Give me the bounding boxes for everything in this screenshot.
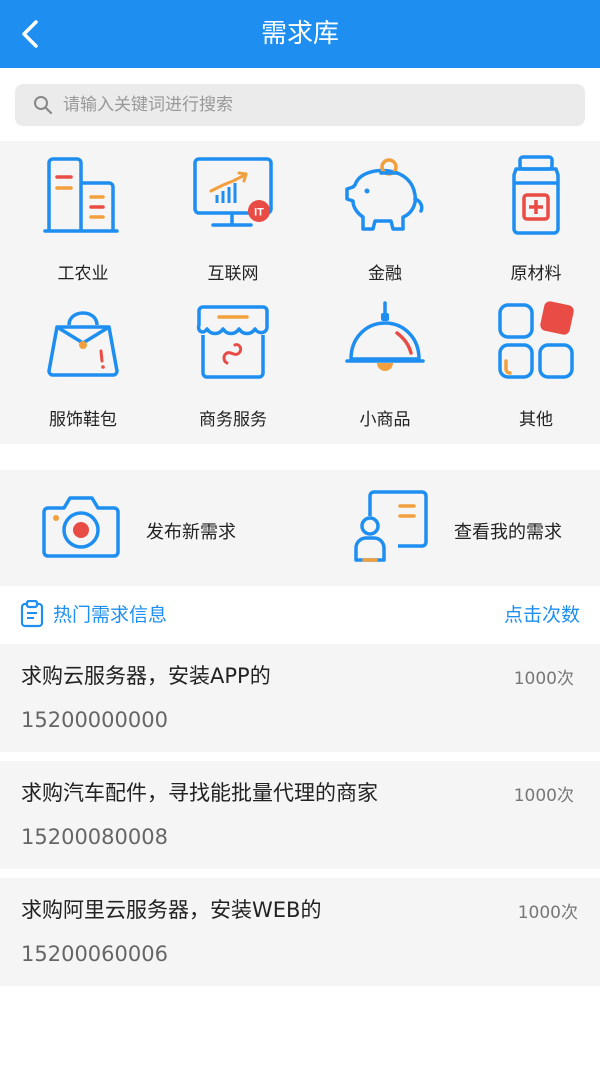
- item-title: 求购汽车配件，寻找能批量代理的商家: [21, 781, 378, 805]
- monitor-chart-icon: IT: [193, 157, 273, 227]
- category-apparel-bags[interactable]: 服饰鞋包: [8, 287, 158, 432]
- category-small-goods[interactable]: 小商品: [310, 287, 460, 432]
- item-phone: 15200080008: [21, 825, 168, 849]
- category-other[interactable]: 其他: [461, 287, 600, 432]
- search-placeholder: 请输入关键词进行搜索: [63, 95, 233, 115]
- list-item[interactable]: 求购阿里云服务器，安装WEB的 1000次 15200060006: [0, 878, 600, 986]
- page-title: 需求库: [260, 19, 339, 49]
- handbag-icon: [47, 311, 119, 377]
- category-business-services[interactable]: 商务服务: [158, 287, 308, 432]
- item-phone: 15200000000: [21, 708, 168, 732]
- item-title: 求购云服务器，安装APP的: [21, 664, 271, 688]
- category-finance[interactable]: 金融: [310, 141, 460, 286]
- item-click-count: 1000次: [517, 903, 578, 923]
- jar-icon: [512, 155, 560, 235]
- app-header: 需求库: [0, 0, 600, 68]
- action-row: 发布新需求 查看我的需求: [0, 470, 600, 586]
- category-grid: 工农业 IT 互联网 金融 原材料 服饰鞋包 商务服务 小商品 其他: [0, 141, 600, 444]
- category-label: 商务服务: [199, 410, 267, 430]
- category-label: 其他: [519, 410, 553, 430]
- click-count-sort[interactable]: 点击次数: [504, 586, 580, 644]
- camera-icon: [42, 496, 120, 558]
- hot-demands-title: 热门需求信息: [53, 604, 168, 626]
- bell-lamp-icon: [345, 301, 425, 371]
- my-demands-label: 查看我的需求: [454, 522, 562, 543]
- search-input[interactable]: 请输入关键词进行搜索: [15, 84, 585, 126]
- category-label: 小商品: [359, 410, 411, 430]
- store-icon: [196, 305, 269, 379]
- list-item[interactable]: 求购汽车配件，寻找能批量代理的商家 1000次 15200080008: [0, 761, 600, 869]
- profile-card-icon: [354, 490, 428, 562]
- item-phone: 15200060006: [21, 942, 168, 966]
- search-icon: [34, 96, 53, 115]
- publish-demand-button[interactable]: 发布新需求: [0, 470, 300, 586]
- category-raw-materials[interactable]: 原材料: [461, 141, 600, 286]
- clipboard-icon: [20, 600, 44, 628]
- category-label: 服饰鞋包: [49, 410, 117, 430]
- hot-demands-header: 热门需求信息 点击次数: [0, 586, 600, 644]
- grid-apps-icon: [498, 301, 574, 379]
- building-icon: [43, 157, 119, 233]
- category-agriculture-industry[interactable]: 工农业: [8, 141, 158, 286]
- item-click-count: 1000次: [513, 786, 574, 806]
- search-bar: 请输入关键词进行搜索: [0, 68, 600, 141]
- category-label: 原材料: [510, 264, 562, 284]
- my-demands-button[interactable]: 查看我的需求: [300, 470, 600, 586]
- publish-demand-label: 发布新需求: [146, 522, 236, 543]
- category-internet[interactable]: IT 互联网: [158, 141, 308, 286]
- section-divider: [0, 444, 600, 470]
- item-click-count: 1000次: [513, 669, 574, 689]
- category-label: 互联网: [207, 264, 259, 284]
- item-title: 求购阿里云服务器，安装WEB的: [21, 898, 322, 922]
- category-label: 金融: [368, 264, 402, 284]
- svg-text:IT: IT: [254, 207, 264, 219]
- category-label: 工农业: [57, 264, 109, 284]
- list-item[interactable]: 求购云服务器，安装APP的 1000次 15200000000: [0, 644, 600, 752]
- piggy-bank-icon: [345, 158, 424, 231]
